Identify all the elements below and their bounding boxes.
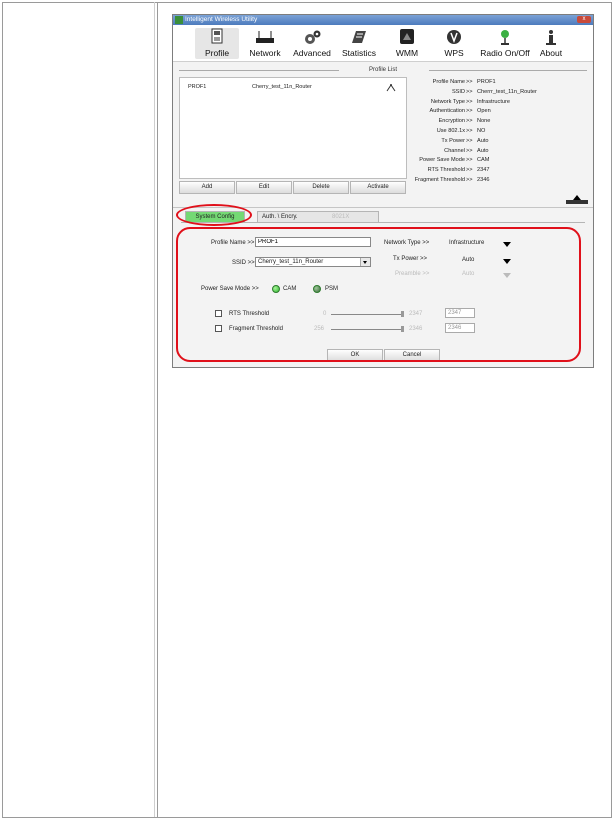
detail-row: Fragment Threshold >> 2346: [405, 177, 593, 187]
detail-sep: >>: [466, 137, 473, 144]
detail-row: Profile Name >> PROF1: [405, 79, 593, 89]
detail-row: Authentication >> Open: [405, 108, 593, 118]
add-button[interactable]: Add: [179, 181, 235, 194]
detail-sep: >>: [466, 176, 473, 183]
profile-icon: [211, 28, 223, 44]
detail-sep: >>: [466, 108, 473, 115]
list-item[interactable]: PROF1 Cherry_test_11n_Router: [188, 84, 402, 92]
detail-value: NO: [477, 127, 486, 134]
toolbar-label: Advanced: [293, 48, 331, 58]
edit-button[interactable]: Edit: [236, 181, 292, 194]
detail-sep: >>: [466, 88, 473, 95]
toolbar-profile[interactable]: Profile: [195, 28, 239, 59]
config-panel-annotation-ring: [176, 227, 581, 362]
title-bar: Intelligent Wireless Utility x: [173, 15, 593, 25]
delete-button[interactable]: Delete: [293, 181, 349, 194]
detail-value: Auto: [477, 147, 489, 154]
detail-row: Channel >> Auto: [405, 148, 593, 158]
detail-row: Power Save Mode >> CAM: [405, 157, 593, 167]
toolbar-network[interactable]: Network: [243, 28, 287, 59]
detail-row: SSID >> Cherrr_test_11n_Router: [405, 89, 593, 99]
toolbar-statistics[interactable]: Statistics: [337, 28, 381, 59]
detail-sep: >>: [466, 118, 473, 125]
toolbar-label: WMM: [395, 48, 419, 58]
app-icon: [175, 16, 183, 24]
detail-sep: >>: [466, 147, 473, 154]
detail-value: None: [477, 118, 491, 125]
advanced-icon: [305, 30, 321, 44]
detail-label: Profile Name: [432, 79, 465, 85]
wmm-icon: [400, 29, 414, 44]
column-divider-inner: [154, 2, 155, 817]
toolbar-radio-onoff[interactable]: Radio On/Off: [477, 28, 533, 59]
collapse-bar[interactable]: [566, 200, 588, 204]
close-button[interactable]: x: [577, 16, 591, 23]
profile-list-title: Profile List: [368, 67, 397, 73]
toolbar-about[interactable]: About: [529, 28, 573, 59]
tab-auth-label: Auth. \ Encry.: [262, 214, 298, 220]
toolbar-wmm[interactable]: WMM: [385, 28, 429, 59]
toolbar-wps[interactable]: WPS: [432, 28, 476, 59]
toolbar: Profile Network Advanced Statistics WMM …: [173, 25, 593, 62]
detail-label: RTS Threshold: [427, 167, 465, 174]
profile-row-ssid: Cherry_test_11n_Router: [252, 84, 312, 90]
detail-row: RTS Threshold >> 2347: [405, 167, 593, 177]
toolbar-label: Statistics: [341, 48, 376, 58]
detail-label: SSID: [451, 88, 465, 95]
detail-sep: >>: [466, 167, 473, 174]
detail-value: PROF1: [477, 79, 496, 85]
toolbar-label: About: [539, 48, 563, 58]
toolbar-advanced[interactable]: Advanced: [290, 28, 334, 59]
detail-value: Open: [477, 108, 491, 115]
about-icon: [546, 30, 556, 45]
profile-row-name: PROF1: [188, 84, 207, 90]
system-config-annotation-ring: [176, 204, 252, 226]
detail-row: Network Type >> Infrastructure: [405, 99, 593, 109]
detail-label: Encryption: [438, 118, 465, 125]
detail-value: Cherrr_test_11n_Router: [477, 88, 537, 95]
detail-label: Use 802.1x: [436, 127, 465, 134]
activate-button[interactable]: Activate: [350, 181, 406, 194]
detail-value: Infrastructure: [477, 98, 510, 105]
detail-sep: >>: [466, 127, 473, 134]
detail-sep: >>: [466, 157, 473, 164]
toolbar-label: Network: [249, 48, 281, 58]
wps-icon: [447, 30, 461, 44]
detail-value: 2347: [477, 167, 490, 174]
profile-list[interactable]: PROF1 Cherry_test_11n_Router: [179, 77, 407, 179]
detail-value: Auto: [477, 137, 489, 144]
toolbar-label: Radio On/Off: [480, 48, 530, 58]
statistics-icon: [352, 31, 366, 43]
detail-value: CAM: [477, 157, 490, 164]
detail-row: Use 802.1x >> NO: [405, 128, 593, 138]
network-icon: [256, 31, 274, 43]
detail-value: 2346: [477, 176, 490, 183]
toolbar-label: WPS: [444, 48, 464, 58]
detail-label: Fragment Threshold: [414, 176, 465, 183]
detail-label: Authentication: [429, 108, 465, 115]
detail-row: Encryption >> None: [405, 118, 593, 128]
signal-icon: [386, 84, 396, 92]
detail-sep: >>: [466, 98, 473, 105]
toolbar-label: Profile: [204, 48, 230, 58]
window-title: Intelligent Wireless Utility: [185, 16, 258, 23]
detail-label: Tx Power: [441, 137, 465, 144]
detail-label: Channel: [444, 147, 465, 154]
detail-label: Power Save Mode: [419, 157, 465, 164]
radio-icon: [501, 30, 509, 45]
column-divider: [157, 2, 158, 817]
detail-label: Network Type: [430, 98, 465, 105]
detail-row: Tx Power >> Auto: [405, 138, 593, 148]
profile-details: Profile Name >> PROF1 SSID >> Cherrr_test_11…: [405, 79, 593, 187]
detail-sep: >>: [466, 79, 473, 85]
